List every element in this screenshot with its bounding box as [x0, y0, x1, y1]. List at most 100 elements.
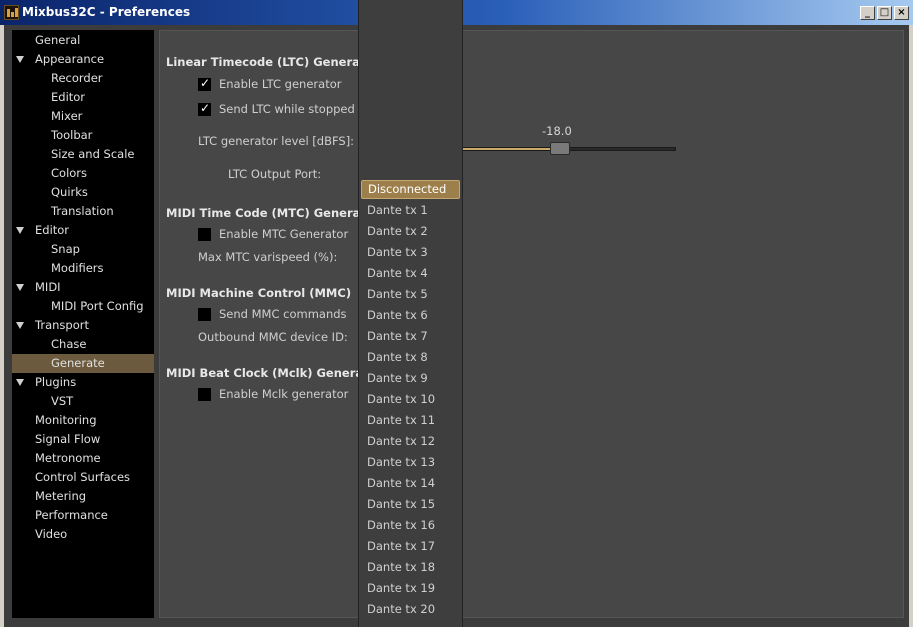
sidebar-item-label: MIDI	[35, 280, 61, 294]
sidebar-item-label: Editor	[51, 90, 86, 104]
sidebar-item-label: VST	[51, 394, 74, 408]
sidebar-item-chase[interactable]: Chase	[12, 335, 154, 354]
close-button[interactable]: ×	[894, 6, 909, 20]
sidebar-item-control-surfaces[interactable]: Control Surfaces	[12, 468, 154, 487]
enable-ltc-checkbox[interactable]: ✓	[198, 76, 211, 91]
window-title: Mixbus32C - Preferences	[22, 5, 191, 19]
expander-arrow-icon[interactable]	[16, 56, 24, 63]
sidebar-item-vst[interactable]: VST	[12, 392, 154, 411]
sidebar-item-colors[interactable]: Colors	[12, 164, 154, 183]
ltc-level-label: LTC generator level [dBFS]:	[198, 134, 355, 148]
dropdown-option[interactable]: Dante tx 14	[359, 473, 462, 494]
dropdown-option-selected[interactable]: Disconnected	[361, 180, 460, 199]
dropdown-option[interactable]: Dante tx 10	[359, 389, 462, 410]
dropdown-option[interactable]: Dante tx 13	[359, 452, 462, 473]
enable-mclk-checkbox[interactable]	[198, 388, 211, 401]
ltc-level-slider-fill	[461, 148, 561, 150]
send-ltc-stopped-checkbox[interactable]: ✓	[198, 101, 211, 116]
ltc-output-port-label: LTC Output Port:	[228, 167, 322, 181]
minimize-button[interactable]: _	[860, 6, 875, 20]
sidebar-item-appearance[interactable]: Appearance	[12, 50, 154, 69]
sidebar-item-modifiers[interactable]: Modifiers	[12, 259, 154, 278]
window-controls: _ □ ×	[860, 6, 909, 21]
sidebar-item-performance[interactable]: Performance	[12, 506, 154, 525]
sidebar-item-metronome[interactable]: Metronome	[12, 449, 154, 468]
sidebar-item-label: Plugins	[35, 375, 77, 389]
expander-arrow-icon[interactable]	[16, 284, 24, 291]
sidebar-item-label: Video	[35, 527, 68, 541]
sidebar-item-label: Metering	[35, 489, 87, 503]
sidebar-item-label: Recorder	[51, 71, 103, 85]
dropdown-option[interactable]: Dante tx 1	[359, 200, 462, 221]
ltc-level-value: -18.0	[542, 124, 572, 138]
dropdown-option[interactable]: Dante tx 11	[359, 410, 462, 431]
expander-arrow-icon[interactable]	[16, 322, 24, 329]
dropdown-option[interactable]: Dante tx 18	[359, 557, 462, 578]
sidebar-item-toolbar[interactable]: Toolbar	[12, 126, 154, 145]
mtc-varispeed-label: Max MTC varispeed (%):	[198, 250, 338, 264]
sidebar-item-monitoring[interactable]: Monitoring	[12, 411, 154, 430]
sidebar-item-label: Toolbar	[51, 128, 93, 142]
dropdown-option[interactable]: Dante tx 19	[359, 578, 462, 599]
sidebar-item-midi-port-config[interactable]: MIDI Port Config	[12, 297, 154, 316]
sidebar-item-translation[interactable]: Translation	[12, 202, 154, 221]
sidebar-item-recorder[interactable]: Recorder	[12, 69, 154, 88]
check-icon: ✓	[200, 76, 211, 90]
mclk-section-title: MIDI Beat Clock (Mclk) Genera	[166, 366, 364, 380]
sidebar-item-label: Appearance	[35, 52, 105, 66]
sidebar-item-snap[interactable]: Snap	[12, 240, 154, 259]
dropdown-option[interactable]: Dante tx 3	[359, 242, 462, 263]
ltc-output-port-dropdown-list[interactable]: Disconnected Dante tx 1 Dante tx 2 Dante tx…	[358, 0, 463, 627]
sidebar-item-label: Modifiers	[51, 261, 104, 275]
dropdown-option[interactable]: Dante tx 9	[359, 368, 462, 389]
dropdown-option[interactable]: Dante tx 16	[359, 515, 462, 536]
enable-mtc-checkbox[interactable]	[198, 228, 211, 241]
ltc-level-slider[interactable]	[460, 142, 676, 155]
sidebar-item-quirks[interactable]: Quirks	[12, 183, 154, 202]
sidebar-item-transport[interactable]: Transport	[12, 316, 154, 335]
ltc-section-title: Linear Timecode (LTC) Genera	[166, 55, 360, 69]
sidebar-item-metering[interactable]: Metering	[12, 487, 154, 506]
dropdown-option[interactable]: Dante tx 15	[359, 494, 462, 515]
sidebar-item-label: Control Surfaces	[35, 470, 131, 484]
enable-ltc-label: Enable LTC generator	[219, 77, 342, 91]
dropdown-option[interactable]: Dante tx 17	[359, 536, 462, 557]
expander-arrow-icon[interactable]	[16, 227, 24, 234]
send-mmc-checkbox[interactable]	[198, 308, 211, 321]
sidebar-item-signal-flow[interactable]: Signal Flow	[12, 430, 154, 449]
sidebar-item-midi[interactable]: MIDI	[12, 278, 154, 297]
dropdown-option[interactable]: Dante tx 12	[359, 431, 462, 452]
sidebar-item-size-and-scale[interactable]: Size and Scale	[12, 145, 154, 164]
expander-arrow-icon[interactable]	[16, 379, 24, 386]
sidebar-item-label: Quirks	[51, 185, 88, 199]
sidebar-item-label: Signal Flow	[35, 432, 101, 446]
maximize-button[interactable]: □	[877, 6, 892, 20]
dropdown-option[interactable]: Dante tx 20	[359, 599, 462, 620]
dropdown-option[interactable]: Dante tx 4	[359, 263, 462, 284]
sidebar-item-plugins[interactable]: Plugins	[12, 373, 154, 392]
dropdown-option[interactable]: Dante tx 5	[359, 284, 462, 305]
preferences-tree[interactable]: General Appearance Recorder Editor Mixer Tool…	[12, 30, 154, 618]
enable-mclk-label: Enable Mclk generator	[219, 387, 349, 401]
sidebar-item-mixer[interactable]: Mixer	[12, 107, 154, 126]
dropdown-option[interactable]: Dante tx 6	[359, 305, 462, 326]
mtc-section-title: MIDI Time Code (MTC) Genera	[166, 206, 361, 220]
dropdown-option[interactable]: Dante tx 8	[359, 347, 462, 368]
dropdown-option[interactable]: Dante tx 2	[359, 221, 462, 242]
sidebar-item-label: Translation	[51, 204, 114, 218]
sidebar-item-general[interactable]: General	[12, 31, 154, 50]
sidebar-item-label: Mixer	[51, 109, 83, 123]
app-icon	[4, 5, 19, 20]
sidebar-item-label: Transport	[35, 318, 89, 332]
sidebar-item-editor[interactable]: Editor	[12, 221, 154, 240]
sidebar-item-label: Chase	[51, 337, 87, 351]
sidebar-item-editor[interactable]: Editor	[12, 88, 154, 107]
sidebar-item-generate[interactable]: Generate	[12, 354, 154, 373]
sidebar-item-video[interactable]: Video	[12, 525, 154, 544]
sidebar-item-label: Performance	[35, 508, 108, 522]
sidebar-item-label: Snap	[51, 242, 80, 256]
send-mmc-label: Send MMC commands	[219, 307, 347, 321]
sidebar-item-label: Generate	[51, 356, 105, 370]
dropdown-option[interactable]: Dante tx 7	[359, 326, 462, 347]
ltc-level-slider-handle[interactable]	[550, 142, 571, 155]
